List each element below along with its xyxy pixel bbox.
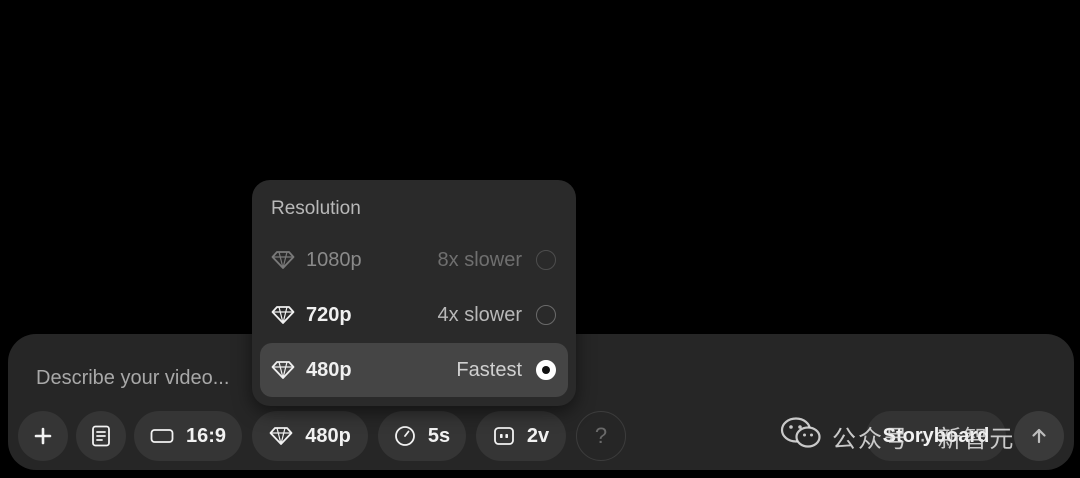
resolution-button[interactable]: 480p — [252, 411, 368, 461]
diamond-icon — [270, 305, 296, 325]
resolution-option-label: 720p — [306, 303, 352, 326]
diamond-icon — [270, 250, 296, 270]
diamond-icon — [269, 426, 293, 446]
document-button[interactable] — [76, 411, 126, 461]
variations-button[interactable]: 2v — [476, 411, 566, 461]
resolution-option-speed: 4x slower — [437, 303, 522, 326]
resolution-option-label: 480p — [306, 358, 352, 381]
rectangle-icon — [150, 428, 174, 444]
add-button[interactable] — [18, 411, 68, 461]
variations-label: 2v — [526, 424, 550, 447]
radio-button-selected[interactable] — [536, 360, 556, 380]
document-icon — [91, 425, 111, 447]
clock-icon — [394, 425, 416, 447]
resolution-menu: Resolution 1080p 8x slower 720p 4x slowe… — [252, 180, 576, 406]
radio-button[interactable] — [536, 305, 556, 325]
aspect-ratio-label: 16:9 — [185, 424, 227, 447]
radio-dot — [542, 366, 550, 374]
radio-button[interactable] — [536, 250, 556, 270]
duration-button[interactable]: 5s — [378, 411, 466, 461]
arrow-up-icon — [1029, 426, 1049, 446]
resolution-option-720p[interactable]: 720p 4x slower — [260, 288, 568, 342]
resolution-option-480p[interactable]: 480p Fastest — [260, 343, 568, 397]
resolution-option-speed: Fastest — [456, 358, 522, 381]
resolution-option-speed: 8x slower — [437, 248, 522, 271]
plus-icon — [33, 426, 53, 446]
aspect-ratio-button[interactable]: 16:9 — [134, 411, 242, 461]
page: 16:9 480p 5s 2v — [0, 0, 1080, 478]
resolution-menu-title: Resolution — [271, 198, 361, 219]
storyboard-label: Storyboard — [882, 424, 990, 447]
storyboard-button[interactable]: Storyboard — [866, 411, 1006, 461]
diamond-icon — [270, 360, 296, 380]
video-grid-icon — [493, 426, 515, 446]
resolution-option-1080p[interactable]: 1080p 8x slower — [260, 233, 568, 287]
resolution-label: 480p — [305, 424, 351, 447]
submit-button[interactable] — [1014, 411, 1064, 461]
help-button[interactable]: ? — [576, 411, 626, 461]
resolution-option-label: 1080p — [306, 248, 362, 271]
help-label: ? — [594, 423, 608, 448]
duration-label: 5s — [427, 424, 451, 447]
